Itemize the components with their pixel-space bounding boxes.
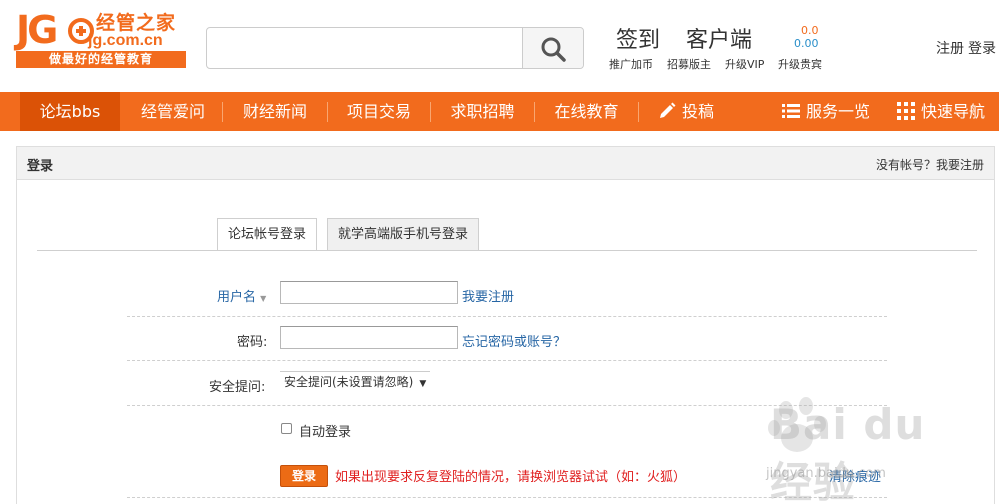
upgrade-vip-link[interactable]: 升级VIP	[725, 56, 764, 72]
nav-item-services[interactable]: 服务一览	[776, 92, 876, 131]
nav-item-bbs[interactable]: 论坛bbs	[20, 92, 120, 131]
grid-icon	[896, 101, 915, 120]
nav-item-education[interactable]: 在线教育	[535, 92, 638, 131]
nav-item-label: 在线教育	[554, 102, 619, 121]
register-here-link[interactable]: 我要注册	[462, 286, 514, 305]
register-link[interactable]: 注册	[936, 41, 964, 57]
clear-traces-link[interactable]: 清除痕迹	[829, 466, 881, 485]
nav-item-label: 快速导航	[920, 102, 985, 121]
signin-link[interactable]: 签到	[616, 22, 660, 54]
no-account-text: 没有帐号？	[875, 158, 936, 172]
nav-item-jobs[interactable]: 求职招聘	[431, 92, 534, 131]
security-question-label: 安全提问:	[209, 380, 266, 395]
nav-item-label: 项目交易	[346, 102, 411, 121]
nav-item-label: 投稿	[681, 102, 714, 121]
forgot-password-link[interactable]: 忘记密码或账号？	[462, 331, 566, 350]
nav-item-label: 经管爱问	[140, 102, 205, 121]
nav-divider	[638, 102, 639, 122]
search-input[interactable]	[207, 28, 523, 68]
username-label[interactable]: 用户名 ▼	[217, 286, 266, 305]
nav-item-submit[interactable]: 投稿	[645, 92, 727, 131]
upgrade-noble-link[interactable]: 升级贵宾	[778, 56, 822, 72]
logo-slogan: 做最好的经管教育	[16, 51, 186, 68]
caret-down-icon: ▼	[419, 379, 427, 389]
coin-balance-b: 0.00	[794, 37, 819, 50]
password-label: 密码:	[237, 335, 268, 350]
auth-links: 注册 登录	[932, 38, 996, 58]
login-warning: 如果出现要求反复登陆的情况，请换浏览器试试（如：火狐）	[335, 470, 687, 485]
auto-login-label[interactable]: 自动登录	[299, 421, 351, 440]
coin-balance-a: 0.0	[801, 24, 819, 37]
password-input[interactable]	[280, 326, 458, 349]
no-account-hint: 没有帐号？我要注册	[876, 156, 984, 173]
nav-item-label: 论坛bbs	[39, 102, 101, 121]
security-question-value: 安全提问(未设置请忽略)	[284, 375, 414, 389]
tabs-baseline	[37, 250, 977, 251]
nav-item-trade[interactable]: 项目交易	[328, 92, 430, 131]
login-button[interactable]: 登录	[280, 465, 328, 487]
login-panel-header: 登录 没有帐号？我要注册	[17, 147, 994, 180]
row-divider	[127, 316, 887, 317]
logo-letters: JG	[16, 8, 58, 52]
search-icon	[541, 37, 566, 62]
site-logo[interactable]: JG 经管之家 jg.com.cn 做最好的经管教育	[16, 8, 188, 70]
recruit-moderator-link[interactable]: 招募版主	[667, 56, 711, 72]
row-divider	[127, 360, 887, 361]
nav-item-label: 财经新闻	[242, 102, 307, 121]
nav-item-quick-nav[interactable]: 快速导航	[890, 92, 992, 131]
search-button[interactable]	[522, 28, 583, 68]
pencil-icon	[659, 102, 676, 118]
auto-login-checkbox[interactable]	[281, 423, 292, 434]
login-panel: 登录 没有帐号？我要注册 论坛帐号登录 就学高端版手机号登录 用户名 ▼ 我要注…	[16, 146, 995, 504]
security-question-select[interactable]: 安全提问(未设置请忽略) ▼	[280, 371, 431, 393]
search-box	[206, 27, 584, 69]
caret-down-icon: ▼	[260, 294, 267, 303]
login-panel-title: 登录	[27, 159, 54, 174]
row-divider	[127, 405, 887, 406]
username-input[interactable]	[280, 281, 458, 304]
login-link[interactable]: 登录	[968, 41, 996, 57]
panel-register-link[interactable]: 我要注册	[936, 158, 984, 172]
promote-link[interactable]: 推广加币	[609, 56, 653, 72]
tab-forum-account[interactable]: 论坛帐号登录	[217, 218, 318, 251]
list-icon	[781, 103, 800, 118]
username-label-text: 用户名	[217, 290, 257, 305]
main-nav: 论坛bbs 经管爱问 财经新闻 项目交易 求职招聘 在线教育 投稿 服务一览 快…	[0, 92, 999, 131]
row-divider	[127, 497, 887, 498]
nav-item-news[interactable]: 财经新闻	[223, 92, 327, 131]
nav-item-label: 求职招聘	[450, 102, 515, 121]
logo-name: 经管之家	[96, 12, 177, 34]
logo-domain: jg.com.cn	[88, 32, 163, 49]
nav-item-ask[interactable]: 经管爱问	[124, 92, 222, 131]
client-link[interactable]: 客户端	[686, 22, 752, 54]
tab-mobile-login[interactable]: 就学高端版手机号登录	[327, 218, 480, 251]
nav-item-label: 服务一览	[805, 102, 870, 121]
site-header: JG 经管之家 jg.com.cn 做最好的经管教育 签到 客户端 推广加币 招…	[0, 0, 999, 92]
